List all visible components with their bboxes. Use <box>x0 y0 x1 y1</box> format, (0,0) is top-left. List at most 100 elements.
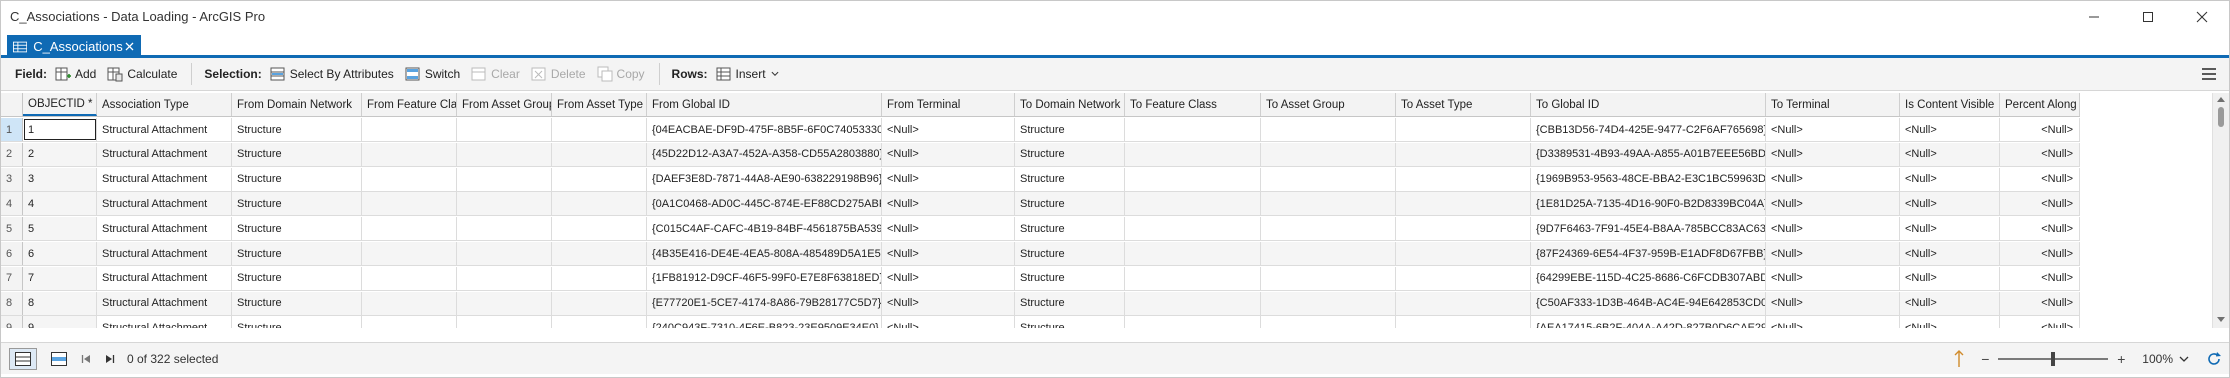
cell-to-asset-group[interactable] <box>1261 316 1396 328</box>
cell-percent-along[interactable]: <Null> <box>2000 142 2080 166</box>
column-header-to-asset-type[interactable]: To Asset Type <box>1396 93 1531 116</box>
cell-row-number[interactable]: 4 <box>1 192 23 216</box>
cell-to-domain-network[interactable]: Structure <box>1015 118 1125 141</box>
cell-from-global-id[interactable]: {1FB81912-D9CF-46F5-99F0-E7E8F63818ED} <box>647 266 882 290</box>
cell-from-feature-class[interactable] <box>362 217 457 241</box>
cell-from-terminal[interactable]: <Null> <box>882 167 1015 191</box>
cell-to-global-id[interactable]: {AEA17415-6B2F-404A-A42D-827B0D6CAE29} <box>1531 316 1766 328</box>
cell-to-terminal[interactable]: <Null> <box>1766 242 1900 265</box>
cell-to-asset-type[interactable] <box>1396 217 1531 241</box>
cell-percent-along[interactable]: <Null> <box>2000 167 2080 191</box>
cell-from-asset-type[interactable] <box>552 118 647 141</box>
cell-association-type[interactable]: Structural Attachment <box>97 167 232 191</box>
cell-row-number[interactable]: 2 <box>1 142 23 166</box>
refresh-icon[interactable] <box>2205 350 2223 368</box>
cell-to-asset-group[interactable] <box>1261 192 1396 216</box>
cell-from-terminal[interactable]: <Null> <box>882 142 1015 166</box>
cell-to-terminal[interactable]: <Null> <box>1766 291 1900 315</box>
minimize-button[interactable] <box>2067 1 2121 32</box>
cell-from-feature-class[interactable] <box>362 266 457 290</box>
cell-to-feature-class[interactable] <box>1125 118 1261 141</box>
cell-to-global-id[interactable]: {9D7F6463-7F91-45E4-B8AA-785BCC83AC63} <box>1531 217 1766 241</box>
cell-from-terminal[interactable]: <Null> <box>882 242 1015 265</box>
cell-from-feature-class[interactable] <box>362 242 457 265</box>
cell-from-asset-type[interactable] <box>552 167 647 191</box>
tab-close-button[interactable] <box>123 39 137 55</box>
last-record-button[interactable] <box>99 348 121 370</box>
cell-to-domain-network[interactable]: Structure <box>1015 266 1125 290</box>
scroll-down-arrow-icon[interactable] <box>2217 317 2225 322</box>
cell-to-feature-class[interactable] <box>1125 316 1261 328</box>
cell-to-feature-class[interactable] <box>1125 142 1261 166</box>
cell-from-asset-type[interactable] <box>552 142 647 166</box>
cell-to-asset-type[interactable] <box>1396 242 1531 265</box>
clear-selection-button[interactable]: Clear <box>471 63 520 85</box>
show-all-records-button[interactable] <box>9 347 37 370</box>
column-header-from-domain-network[interactable]: From Domain Network <box>232 93 362 116</box>
cell-to-asset-group[interactable] <box>1261 291 1396 315</box>
table-row[interactable]: 7 7 Structural Attachment Structure {1FB8191… <box>1 266 2080 291</box>
cell-association-type[interactable]: Structural Attachment <box>97 192 232 216</box>
cell-from-global-id[interactable]: {DAEF3E8D-7871-44A8-AE90-638229198B96} <box>647 167 882 191</box>
table-row[interactable]: 9 9 Structural Attachment Structure {240C943… <box>1 316 2080 328</box>
column-header-percent-along[interactable]: Percent Along <box>2000 93 2080 116</box>
cell-from-domain-network[interactable]: Structure <box>232 118 362 141</box>
cell-to-terminal[interactable]: <Null> <box>1766 118 1900 141</box>
cell-objectid[interactable]: 6 <box>23 242 97 265</box>
cell-to-asset-group[interactable] <box>1261 118 1396 141</box>
cell-objectid[interactable]: 3 <box>23 167 97 191</box>
column-header-to-terminal[interactable]: To Terminal <box>1766 93 1900 116</box>
zoom-in-button[interactable]: + <box>2114 351 2128 367</box>
table-row[interactable]: 5 5 Structural Attachment Structure {C015C4A… <box>1 217 2080 242</box>
cell-association-type[interactable]: Structural Attachment <box>97 266 232 290</box>
cell-is-content-visible[interactable]: <Null> <box>1900 291 2000 315</box>
column-header-row-number[interactable] <box>1 93 23 116</box>
table-row[interactable]: 2 2 Structural Attachment Structure {45D22D1… <box>1 142 2080 167</box>
column-header-to-domain-network[interactable]: To Domain Network <box>1015 93 1125 116</box>
cell-row-number[interactable]: 7 <box>1 266 23 290</box>
cell-from-domain-network[interactable]: Structure <box>232 316 362 328</box>
cell-from-domain-network[interactable]: Structure <box>232 266 362 290</box>
cell-from-global-id[interactable]: {E77720E1-5CE7-4174-8A86-79B28177C5D7} <box>647 291 882 315</box>
cell-from-asset-group[interactable] <box>457 291 552 315</box>
cell-from-domain-network[interactable]: Structure <box>232 142 362 166</box>
cell-from-feature-class[interactable] <box>362 118 457 141</box>
select-by-attributes-button[interactable]: Select By Attributes <box>270 63 394 85</box>
delete-selection-button[interactable]: Delete <box>531 63 586 85</box>
cell-to-global-id[interactable]: {64299EBE-115D-4C25-8686-C6FCDB307ABD} <box>1531 266 1766 290</box>
cell-to-asset-type[interactable] <box>1396 291 1531 315</box>
cell-percent-along[interactable]: <Null> <box>2000 266 2080 290</box>
cell-is-content-visible[interactable]: <Null> <box>1900 242 2000 265</box>
cell-to-feature-class[interactable] <box>1125 167 1261 191</box>
cell-to-domain-network[interactable]: Structure <box>1015 291 1125 315</box>
maximize-button[interactable] <box>2121 1 2175 32</box>
cell-to-asset-group[interactable] <box>1261 142 1396 166</box>
cell-association-type[interactable]: Structural Attachment <box>97 217 232 241</box>
cell-to-feature-class[interactable] <box>1125 266 1261 290</box>
cell-to-terminal[interactable]: <Null> <box>1766 217 1900 241</box>
cell-is-content-visible[interactable]: <Null> <box>1900 167 2000 191</box>
cell-from-asset-type[interactable] <box>552 291 647 315</box>
cell-from-asset-type[interactable] <box>552 242 647 265</box>
cell-from-domain-network[interactable]: Structure <box>232 242 362 265</box>
cell-association-type[interactable]: Structural Attachment <box>97 291 232 315</box>
zoom-out-button[interactable]: − <box>1978 351 1992 367</box>
column-header-to-asset-group[interactable]: To Asset Group <box>1261 93 1396 116</box>
cell-percent-along[interactable]: <Null> <box>2000 118 2080 141</box>
column-header-from-asset-group[interactable]: From Asset Group <box>457 93 552 116</box>
column-header-from-global-id[interactable]: From Global ID <box>647 93 882 116</box>
cell-from-asset-group[interactable] <box>457 142 552 166</box>
cell-is-content-visible[interactable]: <Null> <box>1900 142 2000 166</box>
cell-from-asset-group[interactable] <box>457 242 552 265</box>
table-options-menu-icon[interactable] <box>2201 66 2217 82</box>
cell-to-asset-type[interactable] <box>1396 192 1531 216</box>
add-field-button[interactable]: Add <box>55 63 96 85</box>
cell-from-asset-group[interactable] <box>457 192 552 216</box>
cell-percent-along[interactable]: <Null> <box>2000 242 2080 265</box>
column-header-from-asset-type[interactable]: From Asset Type <box>552 93 647 116</box>
chevron-down-icon[interactable] <box>2179 354 2189 364</box>
cell-to-asset-group[interactable] <box>1261 217 1396 241</box>
cell-to-asset-group[interactable] <box>1261 242 1396 265</box>
cell-is-content-visible[interactable]: <Null> <box>1900 266 2000 290</box>
scroll-up-arrow-icon[interactable] <box>2217 97 2225 102</box>
